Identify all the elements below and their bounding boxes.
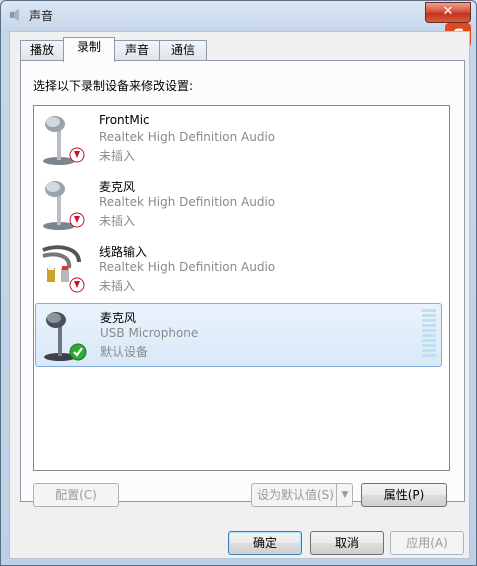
close-button[interactable]: ✕ xyxy=(425,2,471,23)
dialog-body: 播放 录制 声音 通信 选择以下录制设备来修改设置: FrontMic Real… xyxy=(9,31,470,559)
set-default-label: 设为默认值(S) xyxy=(257,488,334,502)
device-driver: USB Microphone xyxy=(100,326,199,340)
device-status: 未插入 xyxy=(99,214,136,228)
tab-playback[interactable]: 播放 xyxy=(20,40,64,61)
device-driver: Realtek High Definition Audio xyxy=(99,130,276,144)
device-name: FrontMic xyxy=(99,113,150,127)
tab-communications[interactable]: 通信 xyxy=(159,40,207,61)
device-name: 麦克风 xyxy=(100,311,137,325)
apply-button[interactable]: 应用(A) xyxy=(390,531,464,555)
sound-dialog: 声音 ✕ S 播放 录制 声音 通信 选择以下录制设备来修改设置: xyxy=(0,0,477,566)
device-name: 麦克风 xyxy=(99,180,136,194)
device-list[interactable]: FrontMic Realtek High Definition Audio 未… xyxy=(33,105,450,471)
speaker-icon xyxy=(10,9,19,21)
microphone-icon xyxy=(43,116,85,165)
chevron-down-icon[interactable]: ▼ xyxy=(336,484,353,506)
device-driver: Realtek High Definition Audio xyxy=(99,195,276,209)
cancel-button[interactable]: 取消 xyxy=(310,531,384,555)
list-item[interactable]: 麦克风 Realtek High Definition Audio 未插入 xyxy=(35,173,442,235)
device-status: 默认设备 xyxy=(100,345,149,359)
list-item[interactable]: 线路输入 Realtek High Definition Audio 未插入 xyxy=(35,238,442,300)
input-level-meter xyxy=(422,309,436,361)
title-bar[interactable]: 声音 ✕ xyxy=(1,1,476,29)
list-item[interactable]: FrontMic Realtek High Definition Audio 未… xyxy=(35,108,442,170)
microphone-icon xyxy=(44,312,87,361)
device-status: 未插入 xyxy=(99,279,136,293)
microphone-icon xyxy=(43,181,85,230)
instruction-text: 选择以下录制设备来修改设置: xyxy=(33,79,194,93)
ok-button[interactable]: 确定 xyxy=(228,531,302,555)
properties-button[interactable]: 属性(P) xyxy=(361,483,447,507)
device-status: 未插入 xyxy=(99,149,136,163)
device-name: 线路输入 xyxy=(99,245,148,259)
device-driver: Realtek High Definition Audio xyxy=(99,260,276,274)
line-in-cable-icon xyxy=(42,245,85,293)
list-item[interactable]: 麦克风 USB Microphone 默认设备 xyxy=(35,303,442,367)
recording-panel: 选择以下录制设备来修改设置: FrontMic Realtek High Def… xyxy=(20,60,465,507)
tab-recording[interactable]: 录制 xyxy=(63,37,115,62)
set-default-button[interactable]: 设为默认值(S) ▼ xyxy=(251,483,353,507)
window-title: 声音 xyxy=(29,9,54,23)
tab-sounds[interactable]: 声音 xyxy=(114,40,160,61)
configure-button[interactable]: 配置(C) xyxy=(33,483,119,507)
